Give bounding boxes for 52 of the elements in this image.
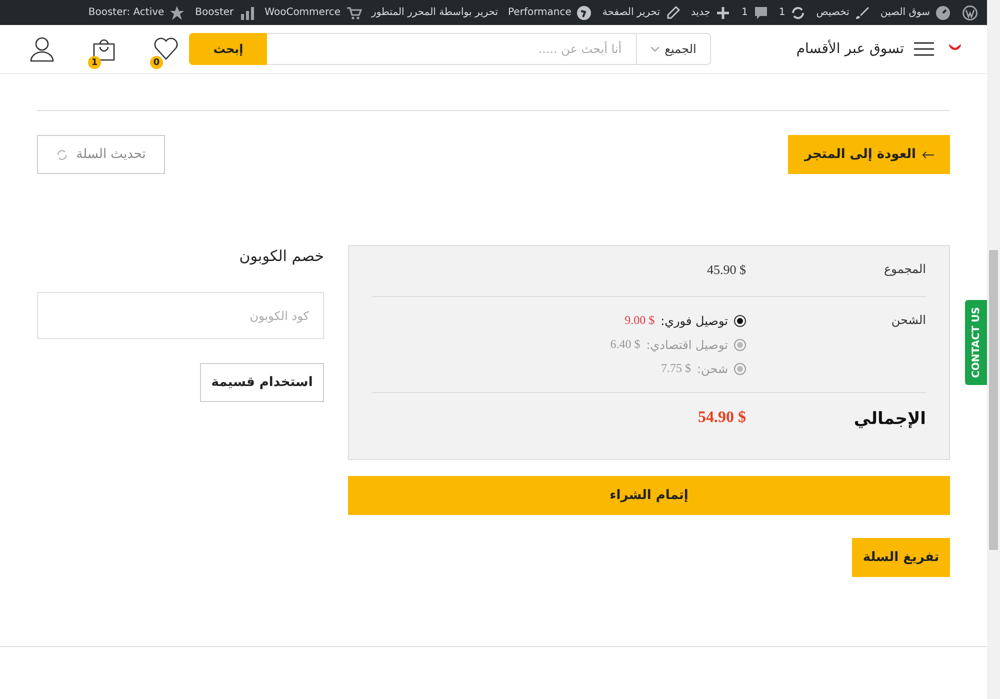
subtotal-label: المجموع — [883, 262, 926, 278]
bar-chart-icon — [238, 4, 255, 20]
admin-bar-link[interactable]: سوق الصين — [880, 7, 930, 18]
wishlist-count: 0 — [150, 56, 163, 69]
comment-icon — [752, 4, 769, 20]
apply-coupon-button[interactable]: استخدام قسيمة — [200, 363, 324, 402]
refresh-icon — [56, 148, 68, 160]
star-icon — [169, 4, 186, 20]
admin-bar-link[interactable]: تحرير الصفحة — [602, 7, 660, 18]
admin-bar-link[interactable]: Performance — [508, 7, 572, 18]
shipping-option-label: توصيل فوري: — [660, 314, 728, 328]
admin-bar-link[interactable]: جديد — [690, 7, 710, 18]
admin-bar-link[interactable]: 1 — [778, 7, 786, 18]
cart-count: 1 — [88, 56, 101, 69]
departments-link[interactable]: تسوق عبر الأقسام — [796, 41, 904, 57]
empty-cart-button[interactable]: تفريغ السلة — [852, 538, 950, 577]
arrow-icon — [922, 150, 934, 158]
shipping-label: الشحن — [890, 313, 926, 329]
cart-icon — [346, 4, 362, 20]
pencil-icon — [664, 4, 681, 20]
admin-bar-link[interactable]: 1 — [741, 7, 748, 18]
coupon-title: خصم الكوبون — [238, 247, 324, 265]
brush-icon — [854, 4, 870, 20]
admin-bar-link[interactable]: WooCommerce — [264, 7, 340, 18]
admin-bar-link[interactable]: تخصيص — [816, 7, 850, 18]
total-value: $ 54.90 — [697, 409, 746, 428]
subtotal-value: $ 45.90 — [706, 262, 746, 278]
shipping-option-label: توصيل اقتصادي: — [646, 338, 728, 352]
admin-bar-link[interactable]: Booster: Active — [88, 7, 164, 18]
refresh-icon — [790, 4, 806, 20]
shipping-price: $ 9.00 — [624, 313, 655, 328]
scrollbar[interactable] — [987, 0, 1000, 699]
total-label: الإجمالي — [852, 409, 926, 429]
shipping-radio[interactable] — [734, 338, 746, 350]
shipping-price: $ 7.75 — [661, 361, 692, 376]
admin-bar-link[interactable]: تحرير بواسطة المحرر المتطور — [372, 7, 498, 18]
update-cart-button[interactable]: تحديث السلة — [37, 135, 165, 174]
wordpress-logo-icon — [961, 4, 979, 20]
plus-icon — [715, 4, 732, 20]
category-dropdown[interactable]: الجميع — [636, 33, 712, 65]
menu-icon[interactable] — [914, 42, 934, 56]
shipping-radio[interactable] — [734, 314, 746, 326]
search-button[interactable]: إبحث — [189, 33, 268, 65]
chevron-down-icon — [650, 46, 659, 52]
admin-bar-link[interactable]: Booster — [195, 7, 234, 18]
shipping-option-label: شحن: — [697, 362, 728, 376]
checkout-button[interactable]: إتمام الشراء — [348, 476, 950, 515]
back-to-shop-button[interactable]: العودة إلى المتجر — [788, 135, 950, 174]
user-icon[interactable] — [28, 35, 56, 63]
coupon-field[interactable]: كود الكوبون — [37, 292, 324, 339]
shipping-radio[interactable] — [734, 362, 746, 374]
shipping-price: $ 6.40 — [610, 337, 640, 352]
